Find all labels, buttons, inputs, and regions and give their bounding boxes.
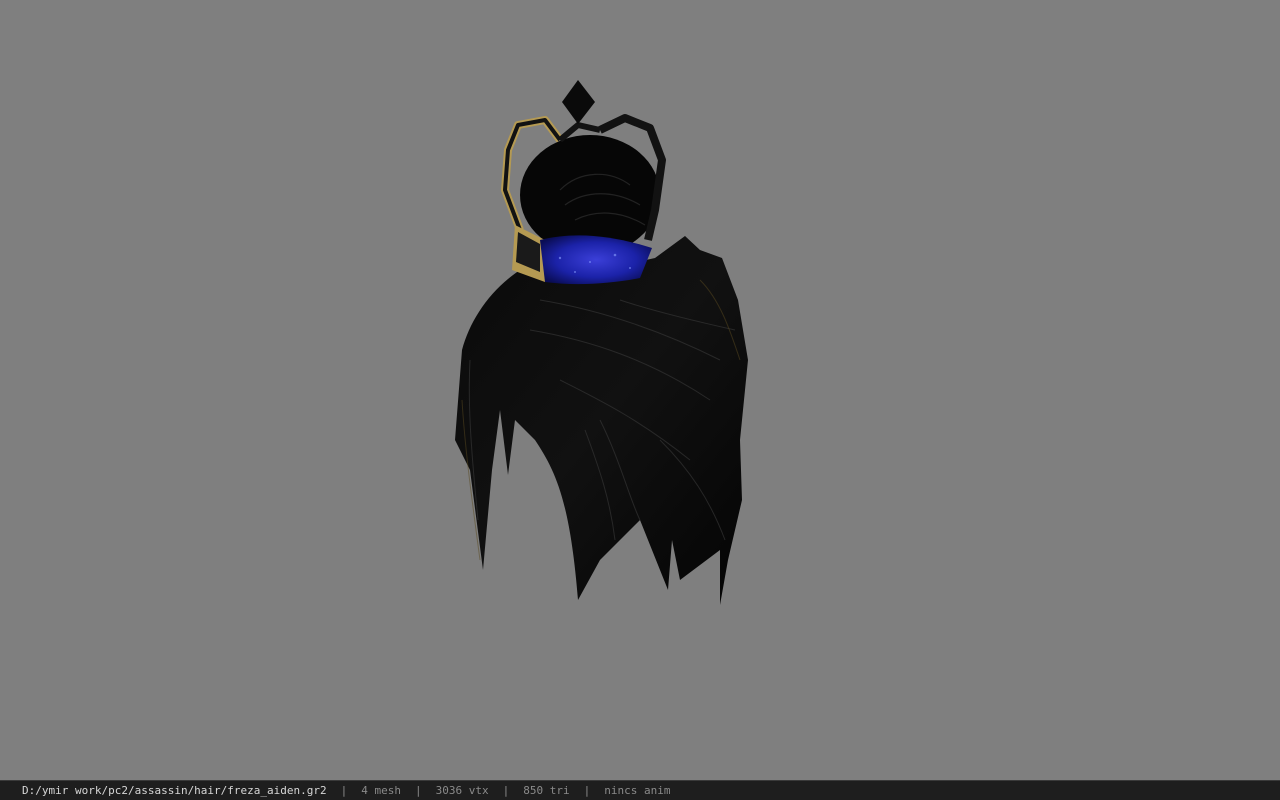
status-bar: D:/ymir work/pc2/assassin/hair/freza_aid… — [0, 780, 1280, 800]
crown-diamond — [562, 80, 595, 124]
animation-status: nincs anim — [604, 784, 671, 797]
hair-mesh — [455, 236, 748, 605]
blue-band — [540, 235, 652, 285]
vertex-count: 3036 vtx — [435, 784, 489, 797]
model-path: D:/ymir work/pc2/assassin/hair/freza_aid… — [22, 784, 327, 797]
status-separator: | — [340, 784, 348, 797]
status-separator: | — [583, 784, 591, 797]
mesh-count: 4 mesh — [361, 784, 402, 797]
3d-viewport[interactable] — [0, 0, 1280, 780]
status-separator: | — [415, 784, 422, 797]
hair-crown-model — [455, 80, 748, 605]
status-separator: | — [502, 784, 510, 797]
triangle-count: 850 tri — [523, 784, 570, 797]
